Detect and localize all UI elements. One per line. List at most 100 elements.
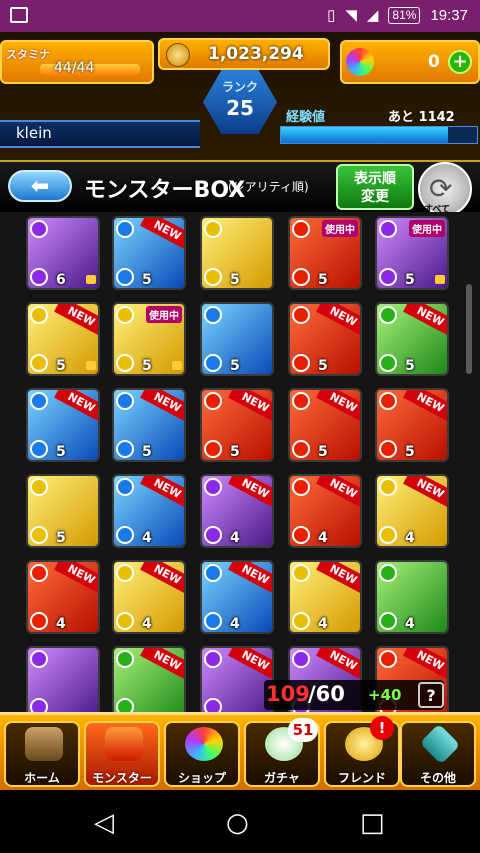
gold-counter: 1,023,294	[158, 38, 330, 70]
element-icon	[379, 650, 397, 668]
element-orb-icon	[379, 268, 397, 286]
nav-friend-label: フレンド	[337, 771, 386, 785]
monster-card[interactable]: 5 NEW	[288, 302, 362, 376]
monster-grid[interactable]: 6 5 NEW 5 5 使用中 5 使用中 5 NEW 5 使用中 5 5 NEW 5 NEW 5 NEW 5 NEW 5…	[0, 212, 480, 712]
rarity-label: 5	[56, 358, 66, 374]
element-icon	[292, 564, 310, 582]
element-orb-icon	[379, 526, 397, 544]
recent-apps-icon[interactable]: □	[360, 808, 385, 838]
element-icon	[379, 306, 397, 324]
rarity-label: 6	[56, 272, 66, 288]
back-arrow-icon: ⬅	[30, 173, 50, 199]
element-orb-icon	[204, 268, 222, 286]
rarity-label: 4	[56, 616, 66, 632]
refresh-icon: ⟳	[429, 172, 453, 205]
monster-card[interactable]: 5 使用中	[288, 216, 362, 290]
sort-mode-label: (レアリティ順)	[228, 180, 309, 194]
home-nav-icon[interactable]: ○	[226, 808, 249, 838]
element-icon	[379, 564, 397, 582]
nav-shop[interactable]: ショップ	[164, 721, 240, 787]
wifi-icon: ◥	[345, 7, 357, 24]
monster-card[interactable]	[26, 646, 100, 712]
element-orb-icon	[204, 526, 222, 544]
element-orb-icon	[204, 612, 222, 630]
gold-coin-icon	[166, 43, 190, 67]
box-count-current: 109	[266, 682, 310, 706]
monster-card[interactable]: 4 NEW	[112, 474, 186, 548]
buy-orbs-button[interactable]: +	[448, 50, 472, 74]
exp-fill	[281, 127, 448, 143]
element-orb-icon	[30, 698, 48, 712]
player-name-bar: klein	[0, 120, 200, 148]
element-icon	[116, 306, 134, 324]
monster-card[interactable]: 5 NEW	[26, 302, 100, 376]
monster-card[interactable]: 5 NEW	[200, 388, 274, 462]
element-icon	[379, 220, 397, 238]
monster-card[interactable]: 4	[375, 560, 449, 634]
orb-shop-icon	[185, 727, 223, 761]
element-icon	[292, 306, 310, 324]
monster-card[interactable]: NEW	[112, 646, 186, 712]
monster-card[interactable]: 5 NEW	[26, 388, 100, 462]
lock-icon	[435, 275, 445, 284]
lock-icon	[172, 361, 182, 370]
monster-card[interactable]: 5 使用中	[112, 302, 186, 376]
rarity-label: 5	[230, 358, 240, 374]
element-icon	[379, 392, 397, 410]
change-sort-button[interactable]: 表示順 変更	[336, 164, 414, 210]
filter-all-button[interactable]: ⟳ すべて	[418, 162, 472, 216]
monster-card[interactable]: 4 NEW	[26, 560, 100, 634]
element-icon	[292, 220, 310, 238]
monster-card[interactable]: 4 NEW	[375, 474, 449, 548]
other-icon	[419, 723, 461, 765]
monster-card[interactable]: 5	[200, 216, 274, 290]
player-name: klein	[16, 124, 52, 142]
monster-card[interactable]: 5 NEW	[375, 388, 449, 462]
scrollbar[interactable]	[466, 284, 472, 374]
monster-card[interactable]: 5 NEW	[375, 302, 449, 376]
rarity-label: 5	[230, 444, 240, 460]
monster-card[interactable]: 5	[200, 302, 274, 376]
help-button[interactable]: ?	[418, 682, 444, 708]
box-count-max: /60	[308, 682, 345, 706]
monster-card[interactable]: NEW	[200, 646, 274, 712]
monster-card[interactable]: 4 NEW	[112, 560, 186, 634]
box-capacity-counter: 109 /60 +40	[264, 680, 444, 710]
rarity-label: 4	[142, 530, 152, 546]
monster-card[interactable]: 4 NEW	[200, 474, 274, 548]
monster-card[interactable]: 4 NEW	[200, 560, 274, 634]
element-icon	[30, 392, 48, 410]
element-orb-icon	[30, 526, 48, 544]
back-nav-icon[interactable]: ◁	[94, 808, 114, 838]
back-button[interactable]: ⬅	[8, 170, 72, 202]
element-icon	[30, 306, 48, 324]
element-icon	[204, 478, 222, 496]
monster-card[interactable]: 5 使用中	[375, 216, 449, 290]
stamina-label: スタミナ	[6, 48, 50, 61]
system-nav-bar: ◁ ○ □	[0, 790, 480, 853]
in-use-badge: 使用中	[146, 306, 182, 323]
monster-card[interactable]: 5 NEW	[112, 388, 186, 462]
element-icon	[204, 306, 222, 324]
rarity-label: 5	[405, 272, 415, 288]
experience-bar: 経験値 あと 1142	[280, 106, 480, 144]
element-icon	[116, 564, 134, 582]
monster-card[interactable]: 5 NEW	[288, 388, 362, 462]
monster-card[interactable]: 5	[26, 474, 100, 548]
nav-home[interactable]: ホーム	[4, 721, 80, 787]
element-orb-icon	[292, 354, 310, 372]
gold-value: 1,023,294	[208, 44, 304, 64]
element-orb-icon	[379, 440, 397, 458]
rank-value: 25	[226, 96, 254, 120]
monster-card[interactable]: 4 NEW	[288, 474, 362, 548]
monster-card[interactable]: 6	[26, 216, 100, 290]
element-icon	[292, 650, 310, 668]
nav-monster[interactable]: モンスター	[84, 721, 160, 787]
monster-card[interactable]: 5 NEW	[112, 216, 186, 290]
monster-card[interactable]: 4 NEW	[288, 560, 362, 634]
element-orb-icon	[292, 440, 310, 458]
nav-other[interactable]: その他	[400, 721, 476, 787]
gallery-notification-icon	[10, 7, 28, 23]
rarity-label: 5	[142, 358, 152, 374]
element-orb-icon	[116, 698, 134, 712]
